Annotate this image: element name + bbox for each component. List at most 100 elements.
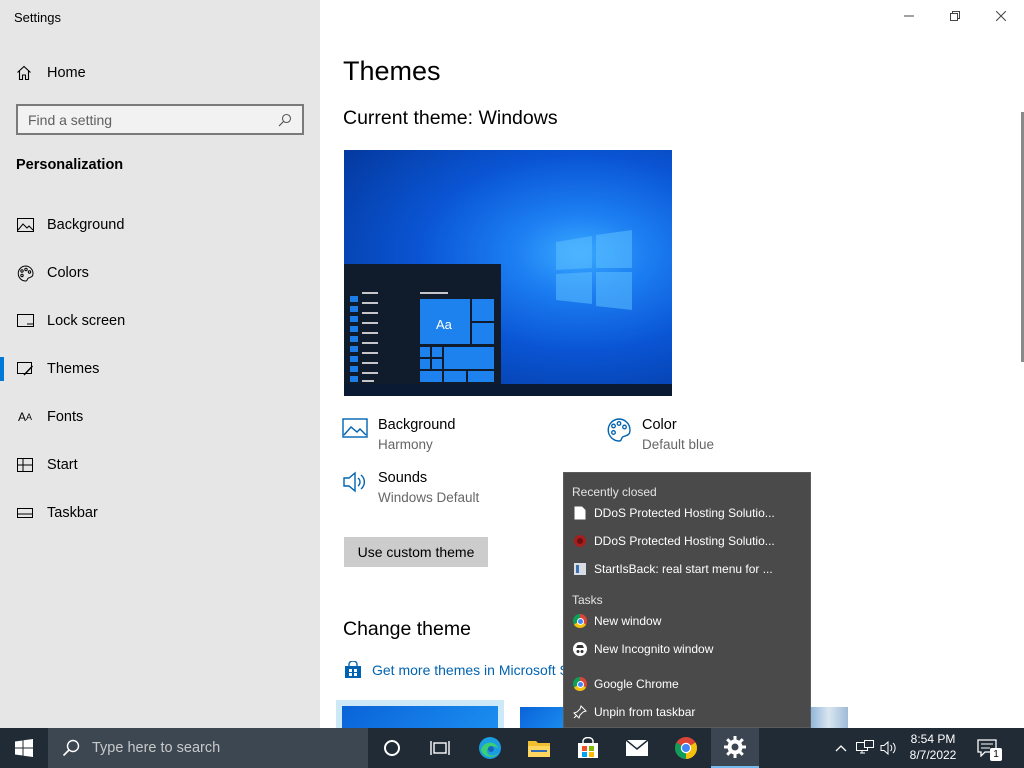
task-view-button[interactable]	[416, 728, 464, 768]
new-incognito-window-task[interactable]: New Incognito window	[564, 635, 810, 663]
start-button[interactable]	[0, 728, 48, 768]
app-name-label: Google Chrome	[594, 677, 679, 691]
mail-icon	[625, 739, 649, 756]
get-more-themes-link[interactable]: Get more themes in Microsoft S	[344, 661, 569, 679]
recent-item[interactable]: DDoS Protected Hosting Solutio...	[564, 499, 810, 527]
network-icon	[856, 740, 874, 754]
sidebar-item-label: Taskbar	[47, 505, 98, 521]
notification-count-badge: 1	[990, 748, 1002, 761]
edge-taskbar-button[interactable]	[466, 728, 514, 768]
page-title: Themes	[343, 56, 441, 86]
taskbar-search-input[interactable]	[92, 740, 342, 756]
app-title: Settings	[14, 10, 61, 25]
sidebar-item-label: Themes	[47, 361, 100, 377]
site-favicon-icon	[572, 561, 588, 577]
clock-time: 8:54 PM	[910, 732, 956, 746]
find-setting-input[interactable]	[28, 111, 278, 128]
volume-button[interactable]	[877, 728, 901, 768]
color-value: Default blue	[642, 437, 715, 452]
task-view-icon	[430, 741, 450, 755]
action-center-button[interactable]: 1	[970, 728, 1004, 768]
launch-chrome-item[interactable]: Google Chrome	[564, 670, 810, 698]
font-icon: AA	[17, 410, 33, 424]
cortana-button[interactable]	[368, 728, 416, 768]
sounds-value: Windows Default	[378, 490, 480, 505]
folder-icon	[528, 741, 550, 757]
use-custom-theme-button[interactable]: Use custom theme	[344, 537, 488, 567]
minimize-button[interactable]	[886, 0, 932, 32]
restore-icon	[950, 11, 960, 21]
task-label: New Incognito window	[594, 642, 714, 656]
taskbar-search-box[interactable]	[48, 728, 368, 768]
mail-taskbar-button[interactable]	[613, 728, 661, 768]
sidebar-item-themes[interactable]: Themes	[0, 345, 320, 393]
task-label: New window	[594, 614, 662, 628]
network-button[interactable]	[853, 728, 877, 768]
incognito-icon	[572, 641, 588, 657]
theme-sounds-setting[interactable]: Sounds Windows Default	[342, 470, 479, 505]
change-theme-heading: Change theme	[343, 618, 471, 640]
theme-thumbnail[interactable]	[520, 707, 568, 728]
preview-tile-label: Aa	[436, 317, 452, 332]
theme-color-setting[interactable]: Color Default blue	[606, 417, 714, 452]
settings-taskbar-button[interactable]	[711, 728, 759, 768]
sidebar-item-colors[interactable]: Colors	[0, 249, 320, 297]
store-icon	[578, 737, 598, 758]
recent-item[interactable]: StartIsBack: real start menu for ...	[564, 555, 810, 583]
start-icon	[16, 456, 34, 474]
document-icon	[572, 505, 588, 521]
start-menu-preview: Aa	[344, 264, 501, 384]
sidebar-item-label: Background	[47, 217, 125, 233]
theme-thumbnail[interactable]	[810, 707, 848, 728]
home-nav-item[interactable]: Home	[16, 62, 86, 84]
find-setting-search-box[interactable]	[16, 104, 304, 135]
get-more-themes-label: Get more themes in Microsoft S	[372, 662, 569, 678]
sidebar-item-taskbar[interactable]: Taskbar	[0, 489, 320, 537]
site-favicon-icon	[572, 533, 588, 549]
recently-closed-header: Recently closed	[572, 485, 657, 499]
windows-logo-wallpaper-image	[556, 230, 632, 310]
close-icon	[996, 11, 1006, 21]
sidebar-item-label: Start	[47, 457, 78, 473]
picture-icon	[342, 418, 368, 438]
taskbar-clock[interactable]: 8:54 PM 8/7/2022	[900, 731, 966, 763]
section-title-personalization: Personalization	[16, 157, 124, 173]
theme-preview: Aa	[344, 150, 672, 396]
clock-date: 8/7/2022	[909, 748, 957, 762]
sidebar-item-lock-screen[interactable]: Lock screen	[0, 297, 320, 345]
sidebar-item-fonts[interactable]: AA Fonts	[0, 393, 320, 441]
picture-icon	[16, 216, 34, 234]
recent-item[interactable]: DDoS Protected Hosting Solutio...	[564, 527, 810, 555]
windows-taskbar: 8:54 PM 8/7/2022 1	[0, 728, 1024, 768]
close-button[interactable]	[978, 0, 1024, 32]
taskbar-icon	[16, 504, 34, 522]
recent-item-label: DDoS Protected Hosting Solutio...	[594, 534, 775, 548]
theme-background-setting[interactable]: Background Harmony	[342, 417, 455, 452]
sidebar-item-background[interactable]: Background	[0, 201, 320, 249]
unpin-label: Unpin from taskbar	[594, 705, 696, 719]
home-label: Home	[47, 65, 86, 81]
recent-item-label: DDoS Protected Hosting Solutio...	[594, 506, 775, 520]
color-title: Color	[642, 417, 677, 433]
personalization-nav: Background Colors Lock screen Themes AA …	[0, 201, 320, 537]
show-hidden-icons-button[interactable]	[830, 728, 852, 768]
sidebar-item-start[interactable]: Start	[0, 441, 320, 489]
search-icon[interactable]	[278, 113, 292, 127]
chrome-icon	[675, 737, 697, 759]
chevron-up-icon	[835, 745, 847, 752]
microsoft-store-taskbar-button[interactable]	[564, 728, 612, 768]
file-explorer-taskbar-button[interactable]	[515, 728, 563, 768]
chrome-icon	[572, 676, 588, 692]
sounds-title: Sounds	[378, 470, 428, 486]
settings-sidebar: Settings Home Personalization Background…	[0, 0, 320, 728]
unpin-from-taskbar-item[interactable]: Unpin from taskbar	[564, 698, 810, 726]
new-window-task[interactable]: New window	[564, 607, 810, 635]
sidebar-item-label: Colors	[47, 265, 89, 281]
gear-icon	[724, 736, 746, 758]
store-icon	[345, 661, 361, 678]
theme-thumbnail[interactable]	[336, 700, 504, 728]
restore-button[interactable]	[932, 0, 978, 32]
palette-icon	[607, 418, 631, 442]
chrome-taskbar-button[interactable]	[662, 728, 710, 768]
windows-logo-icon	[15, 739, 33, 757]
